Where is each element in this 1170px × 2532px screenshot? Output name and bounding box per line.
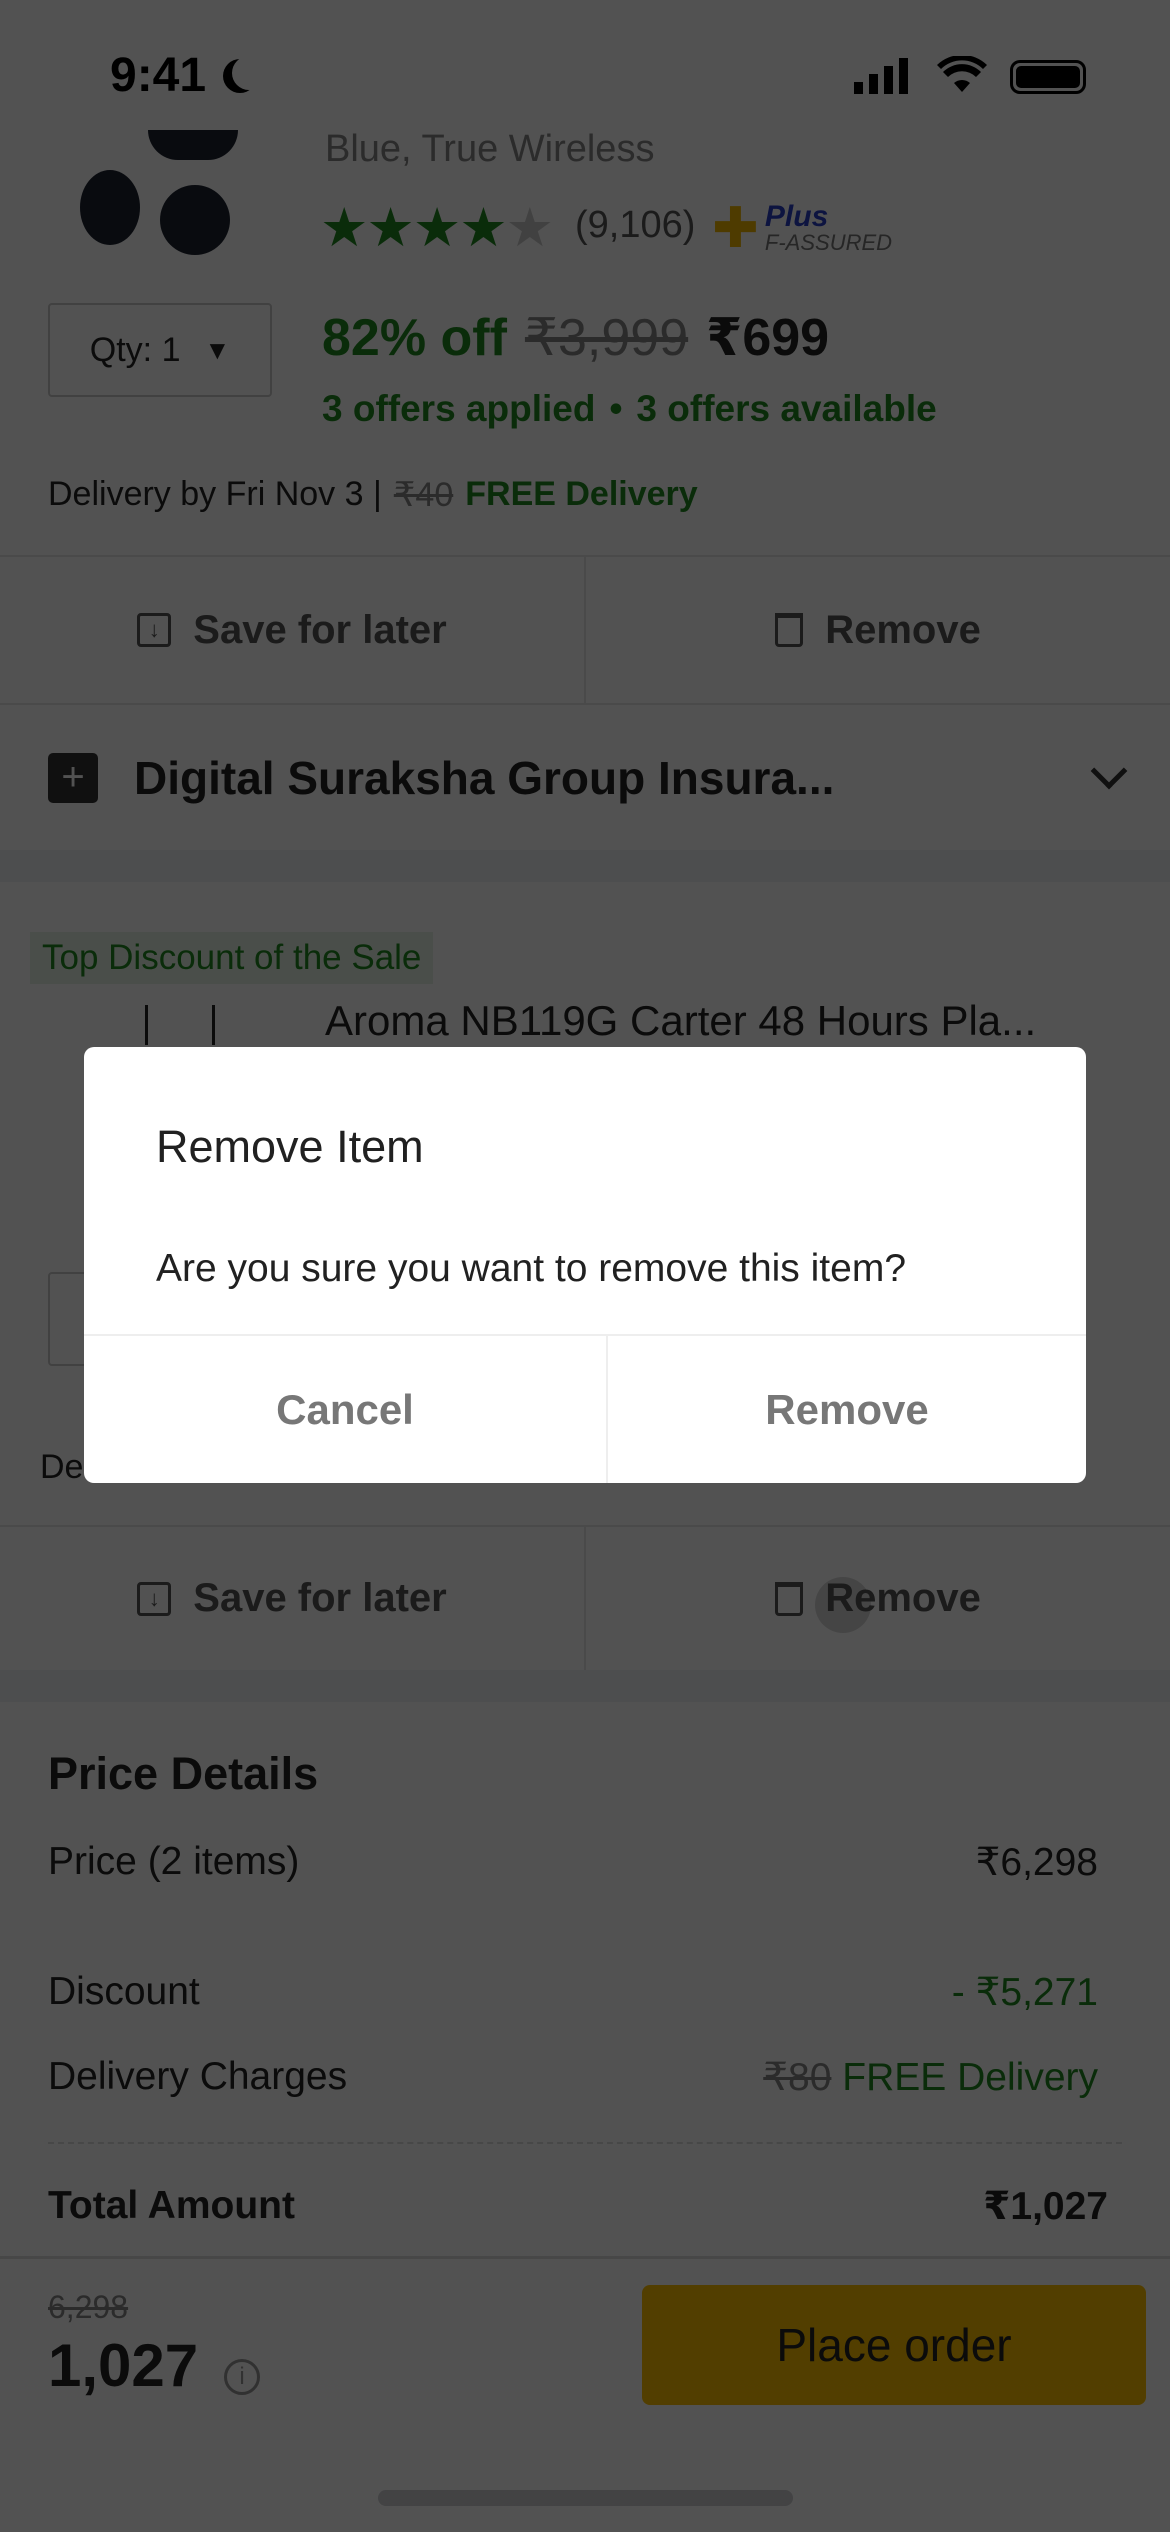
save-label: Save for later [193, 607, 447, 652]
confirm-remove-label: Remove [765, 1385, 929, 1433]
place-order-button[interactable]: Place order [642, 2285, 1146, 2405]
section-gap [0, 850, 1170, 882]
final-price: ₹699 [706, 309, 830, 367]
assured-label: F-ASSURED [764, 230, 893, 255]
old-total: 6,298 [48, 2289, 129, 2325]
dialog-message: Are you sure you want to remove this ite… [156, 1247, 907, 1290]
top-discount-badge: Top Discount of the Sale [30, 932, 434, 984]
delivery2-line: De [40, 1448, 84, 1486]
signal-icon [854, 58, 908, 94]
price-label: Price (2 items) [48, 1840, 300, 1883]
place-order-label: Place order [776, 2319, 1012, 2371]
save-label: Save for later [193, 1576, 447, 1620]
remove-label: Remove [825, 1576, 981, 1620]
product2-image[interactable] [145, 1005, 215, 1045]
save-for-later-button[interactable]: ↓ Save for later [0, 1527, 586, 1670]
product2-title: Aroma NB119G Carter 48 Hours Pla... [325, 997, 1037, 1044]
save-for-later-button[interactable]: ↓ Save for later [0, 557, 586, 703]
remove-button[interactable]: Remove [586, 1527, 1170, 1670]
section-gap [0, 1670, 1170, 1702]
battery-icon [1010, 60, 1086, 94]
dialog-title: Remove Item [156, 1121, 424, 1172]
moon-icon [232, 56, 266, 90]
offers-available: 3 offers available [636, 388, 937, 429]
product-image[interactable] [60, 130, 280, 255]
discount-label: Discount [48, 1970, 200, 2013]
delivery-charges-row: Delivery Charges ₹80 FREE Delivery [48, 2055, 1098, 2100]
add-box-icon: + [48, 752, 98, 803]
bottom-bar: 6,298 1,027 i Place order [0, 2256, 1170, 2426]
home-indicator [378, 2490, 793, 2506]
rating-stars: ★★★★★ [320, 198, 554, 258]
remove-label: Remove [825, 607, 981, 652]
qty-label: Qty: 1 [89, 330, 181, 369]
bottom-total: 1,027 [48, 2332, 199, 2399]
delivery-charges-value: FREE Delivery [842, 2056, 1098, 2099]
confirm-remove-button[interactable]: Remove [608, 1336, 1086, 1483]
product-subtitle: Blue, True Wireless [325, 128, 655, 170]
discount-percent: 82% off [322, 309, 507, 367]
offers-separator: • [609, 388, 623, 429]
dialog-buttons: Cancel Remove [84, 1334, 1086, 1483]
chevron-down-icon [1090, 752, 1128, 789]
save-icon: ↓ [137, 1581, 172, 1616]
delivery-date: Delivery by Fri Nov 3 | [48, 475, 382, 513]
total-value: ₹1,027 [983, 2185, 1108, 2228]
qty-select[interactable]: Qty: 1 ▼ [48, 303, 272, 397]
wifi-icon [937, 56, 987, 92]
total-row: Total Amount ₹1,027 [48, 2184, 1108, 2229]
f-assured-badge: ✚ Plus F-ASSURED [712, 200, 892, 256]
status-time: 9:41 [110, 49, 207, 102]
remove-item-dialog: Remove Item Are you sure you want to rem… [84, 1047, 1086, 1483]
delivery-line: Delivery by Fri Nov 3 | ₹40 FREE Delivery [48, 475, 698, 515]
delivery-old-fee: ₹40 [393, 476, 454, 514]
offers-line[interactable]: 3 offers applied • 3 offers available [322, 388, 937, 430]
item1-actions: ↓ Save for later Remove [0, 555, 1170, 705]
item2-actions: ↓ Save for later Remove [0, 1525, 1170, 1670]
discount-value: - ₹5,271 [951, 1971, 1098, 2014]
offers-applied: 3 offers applied [322, 388, 596, 429]
plus-label: Plus [764, 200, 829, 233]
delivery-charges-label: Delivery Charges [48, 2055, 348, 2098]
price-details-title: Price Details [48, 1748, 319, 1799]
delivery-charges-old: ₹80 [763, 2056, 832, 2099]
trash-icon [775, 1581, 804, 1616]
cancel-button[interactable]: Cancel [84, 1336, 608, 1483]
plus-icon: ✚ [712, 196, 759, 259]
caret-down-icon: ▼ [204, 334, 231, 365]
free-delivery: FREE Delivery [465, 475, 698, 513]
price-line: 82% off ₹3,999 ₹699 [322, 308, 829, 368]
total-label: Total Amount [48, 2184, 295, 2227]
discount-row: Discount - ₹5,271 [48, 1970, 1098, 2015]
dashed-divider [48, 2142, 1122, 2144]
mrp: ₹3,999 [524, 309, 689, 367]
trash-icon [775, 613, 804, 647]
insurance-row[interactable]: + Digital Suraksha Group Insura... [0, 705, 1170, 850]
info-icon[interactable]: i [224, 2359, 260, 2395]
cancel-label: Cancel [276, 1385, 414, 1433]
insurance-label: Digital Suraksha Group Insura... [134, 751, 835, 804]
price-row: Price (2 items) ₹6,298 [48, 1840, 1098, 1885]
save-icon: ↓ [137, 613, 172, 647]
status-bar: 9:41 [0, 0, 1170, 130]
remove-button[interactable]: Remove [586, 557, 1170, 703]
price-value: ₹6,298 [975, 1841, 1098, 1884]
rating-count: (9,106) [575, 204, 696, 246]
